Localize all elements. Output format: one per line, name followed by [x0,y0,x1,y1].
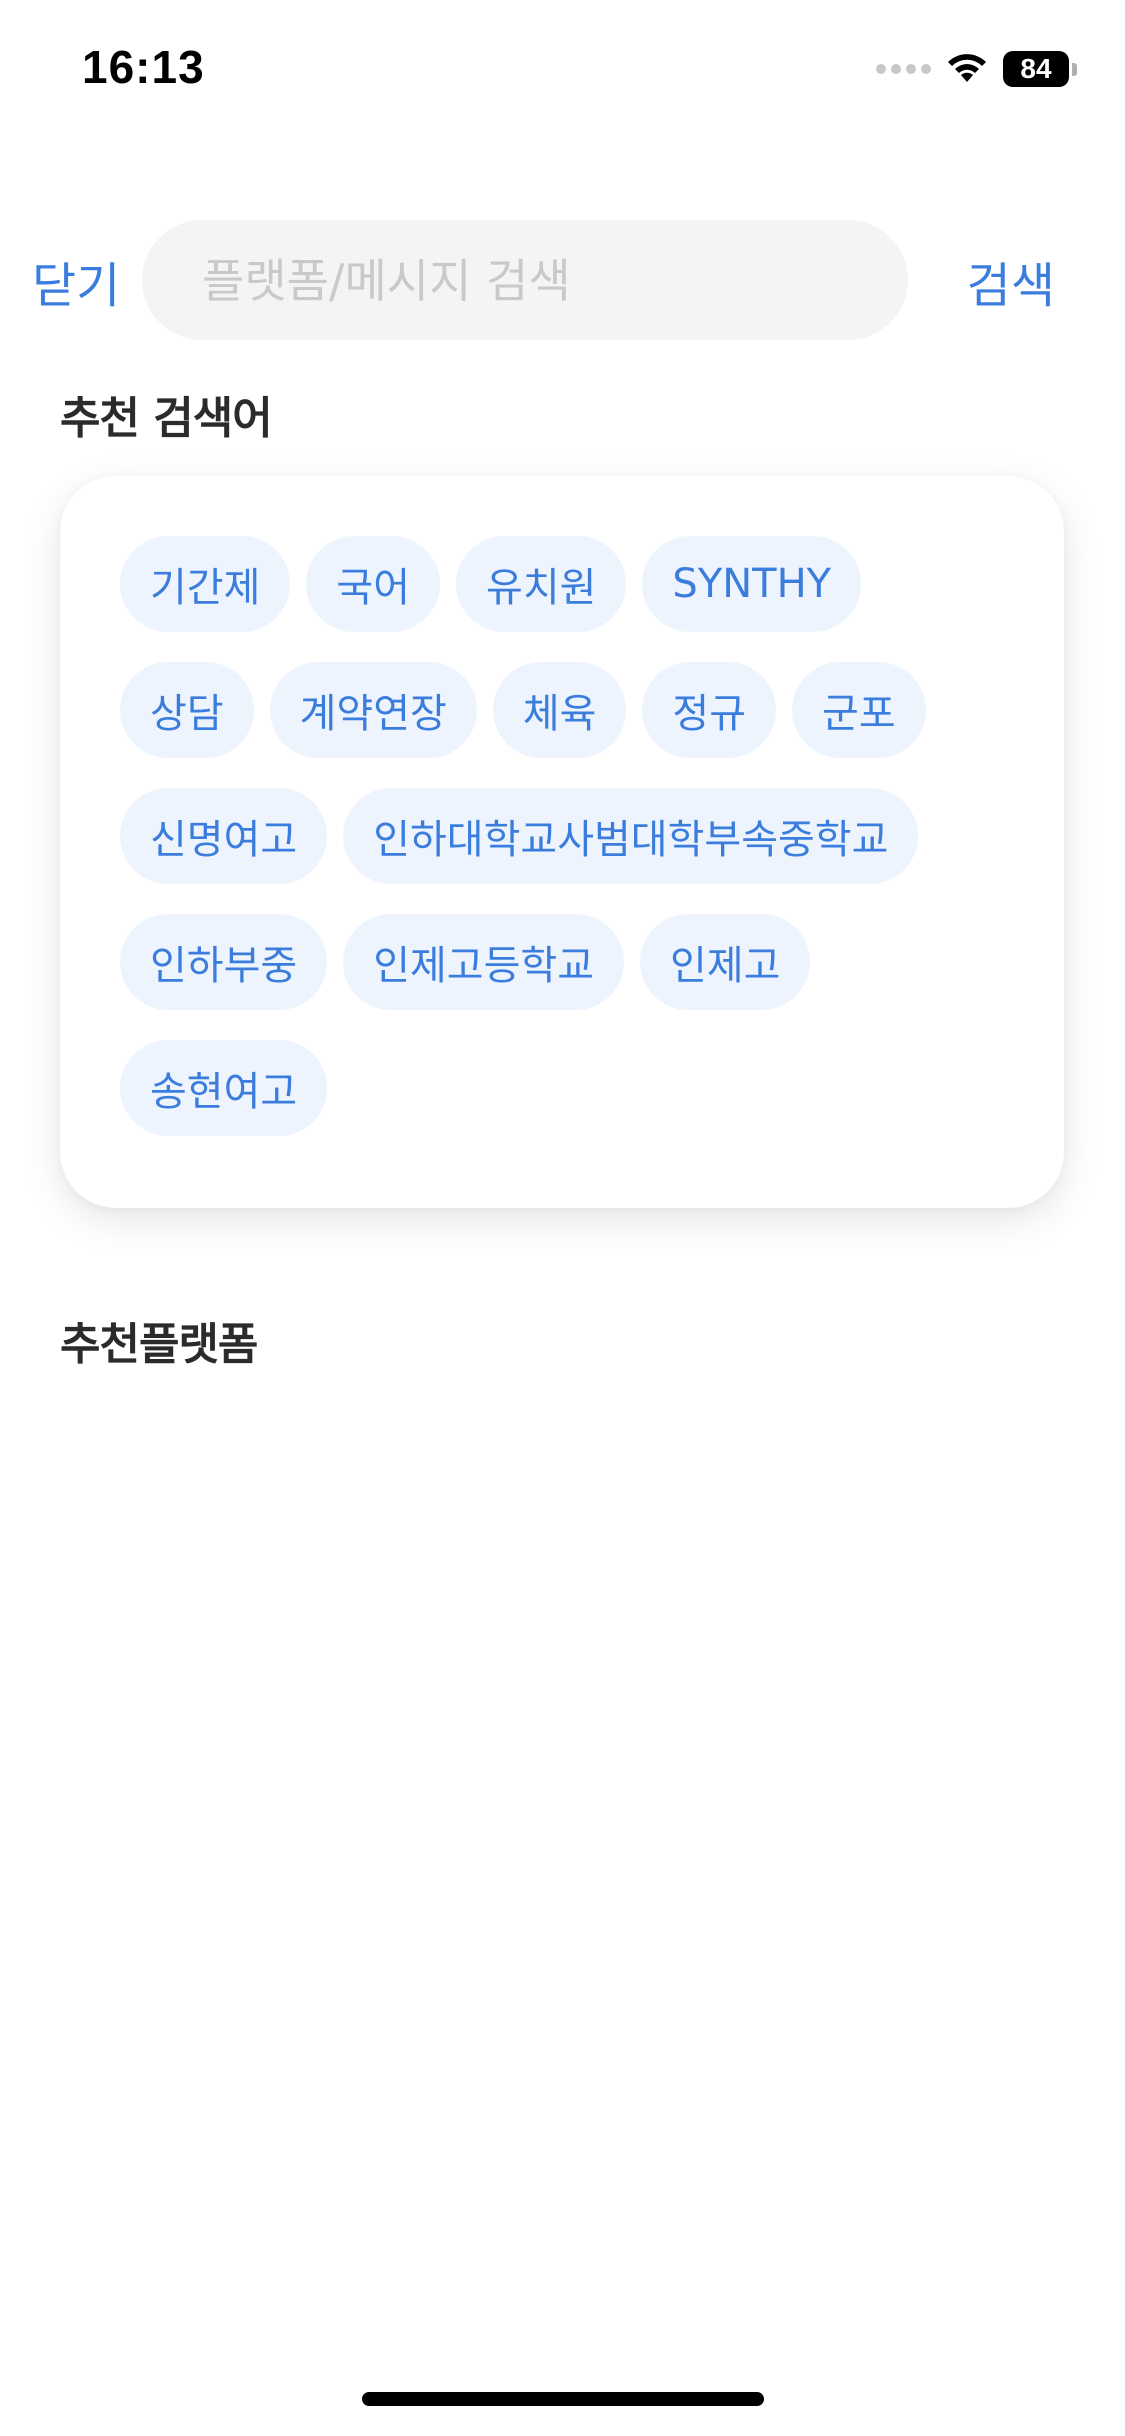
keyword-chip[interactable]: 체육 [492,662,627,758]
battery-icon: 84 [1003,51,1077,87]
keyword-chip[interactable]: 인제고 [640,914,811,1010]
keyword-chip[interactable]: 국어 [306,536,441,632]
keyword-chip[interactable]: 유치원 [456,536,627,632]
status-indicators: 84 [876,48,1077,90]
keyword-chip[interactable]: 상담 [120,662,254,758]
battery-level: 84 [1003,51,1069,87]
recommended-platforms-title: 추천플랫폼 [60,1319,258,1370]
recommended-keywords-title: 추천 검색어 [60,393,273,444]
status-bar: 16:13 84 [0,0,1125,135]
recommended-keywords-card: 기간제 국어 유치원 SYNTHY 상담 계약연장 체육 정규 군포 신명여고 … [60,476,1064,1208]
keyword-chip[interactable]: SYNTHY [642,536,862,632]
keyword-chip[interactable]: 신명여고 [120,788,328,884]
close-button[interactable]: 닫기 [32,246,120,316]
home-indicator[interactable] [362,2392,764,2406]
keyword-chip[interactable]: 인제고등학교 [343,914,625,1010]
search-field[interactable] [142,220,908,342]
keyword-chip-list: 기간제 국어 유치원 SYNTHY 상담 계약연장 체육 정규 군포 신명여고 … [120,536,980,1136]
wifi-icon [948,54,986,82]
status-time: 16:13 [82,41,205,93]
search-header: 닫기 검색 [0,220,1125,342]
keyword-chip[interactable]: 정규 [642,662,777,758]
keyword-chip[interactable]: 인하부중 [120,914,328,1010]
keyword-chip[interactable]: 군포 [792,662,926,758]
keyword-chip[interactable]: 송현여고 [120,1040,328,1136]
keyword-chip[interactable]: 기간제 [120,536,291,632]
keyword-chip[interactable]: 계약연장 [269,662,477,758]
signal-dots-icon [876,64,931,74]
search-button[interactable]: 검색 [967,246,1055,316]
keyword-chip[interactable]: 인하대학교사범대학부속중학교 [343,788,919,884]
search-input[interactable] [200,220,884,342]
